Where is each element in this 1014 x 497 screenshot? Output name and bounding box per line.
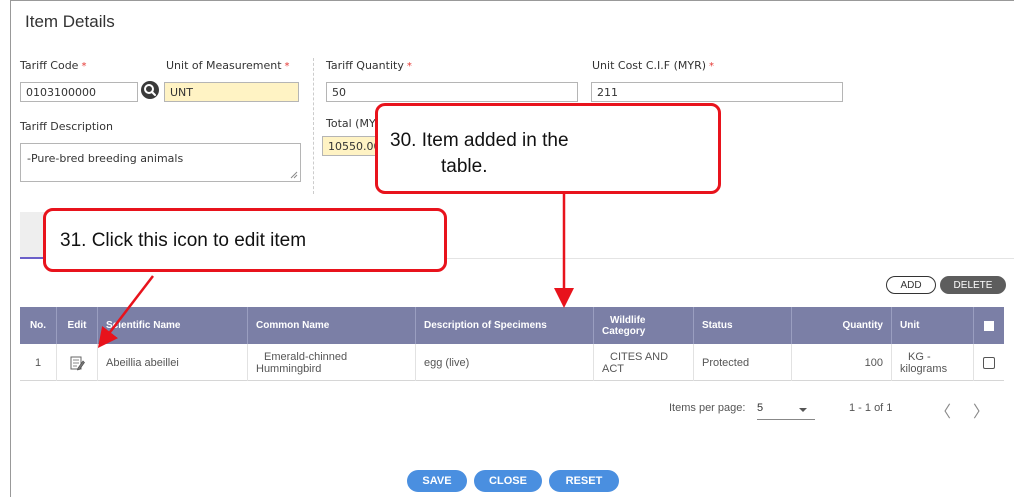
chevron-down-icon — [799, 408, 807, 412]
col-unit[interactable]: Unit — [892, 307, 974, 344]
col-common-name[interactable]: Common Name — [248, 307, 416, 344]
total-input[interactable]: 10550.00 — [322, 136, 382, 156]
col-scientific-name[interactable]: Scientific Name — [98, 307, 248, 344]
items-per-page-label: Items per page: — [669, 402, 746, 414]
select-all-checkbox[interactable] — [984, 320, 994, 331]
tariff-description-value: -Pure-bred breeding animals — [27, 152, 184, 165]
cell-wildlife-category: CITES AND ACT — [594, 344, 694, 381]
uom-input[interactable]: UNT — [164, 82, 299, 102]
cell-unit: KG - kilograms — [892, 344, 974, 381]
tariff-quantity-label: Tariff Quantity * — [326, 59, 412, 72]
col-quantity[interactable]: Quantity — [792, 307, 892, 344]
pager-range: 1 - 1 of 1 — [849, 402, 893, 414]
window-frame-left — [10, 0, 11, 497]
window-frame-top — [10, 0, 1014, 1]
reset-button[interactable]: RESET — [549, 470, 619, 492]
cell-no: 1 — [20, 344, 57, 381]
row-checkbox[interactable] — [983, 356, 995, 369]
delete-button[interactable]: DELETE — [940, 276, 1006, 294]
prev-page-icon[interactable]: 〈 — [935, 398, 951, 422]
unit-cost-label: Unit Cost C.I.F (MYR) * — [592, 59, 715, 72]
form-divider — [313, 58, 314, 194]
col-wildlife-category[interactable]: Wildlife Category — [594, 307, 694, 344]
cell-common-name: Emerald-chinned Hummingbird — [248, 344, 416, 381]
cell-quantity: 100 — [792, 344, 892, 381]
row-checkbox-cell[interactable] — [974, 344, 1004, 381]
col-status[interactable]: Status — [694, 307, 792, 344]
search-icon[interactable] — [141, 81, 159, 99]
items-per-page-value: 5 — [757, 402, 764, 414]
cell-status: Protected — [694, 344, 792, 381]
cell-description: egg (live) — [416, 344, 594, 381]
tariff-code-input[interactable]: 0103100000 — [20, 82, 138, 102]
tariff-description-textarea[interactable]: -Pure-bred breeding animals — [20, 143, 301, 182]
col-edit: Edit — [57, 307, 98, 344]
tariff-quantity-input[interactable]: 50 — [326, 82, 578, 102]
table-header: No. Edit Scientific Name Common Name Des… — [20, 307, 1004, 344]
uom-label: Unit of Measurement * — [166, 59, 290, 72]
cell-edit[interactable] — [57, 344, 98, 381]
col-no: No. — [20, 307, 57, 344]
unit-cost-input[interactable]: 211 — [591, 82, 843, 102]
tariff-description-label: Tariff Description — [20, 120, 113, 133]
table-row: 1 Abeillia abeillei Emerald-chinned Hummi… — [20, 344, 1004, 381]
edit-icon[interactable] — [69, 355, 85, 371]
cell-scientific-name: Abeillia abeillei — [98, 344, 248, 381]
add-button[interactable]: ADD — [886, 276, 936, 294]
save-button[interactable]: SAVE — [407, 470, 467, 492]
next-page-icon[interactable]: 〉 — [973, 398, 989, 422]
resize-grip-icon[interactable] — [290, 171, 298, 179]
callout-edit-hint: 31. Click this icon to edit item — [43, 208, 447, 272]
page-title: Item Details — [25, 12, 115, 31]
col-description[interactable]: Description of Specimens — [416, 307, 594, 344]
select-all-checkbox-cell[interactable] — [974, 307, 1004, 344]
callout-item-added: 30. Item added in the table. — [375, 103, 721, 194]
items-per-page-select[interactable]: 5 — [757, 398, 815, 420]
tariff-code-label: Tariff Code * — [20, 59, 87, 72]
close-button[interactable]: CLOSE — [474, 470, 542, 492]
total-label: Total (MY — [326, 117, 376, 130]
